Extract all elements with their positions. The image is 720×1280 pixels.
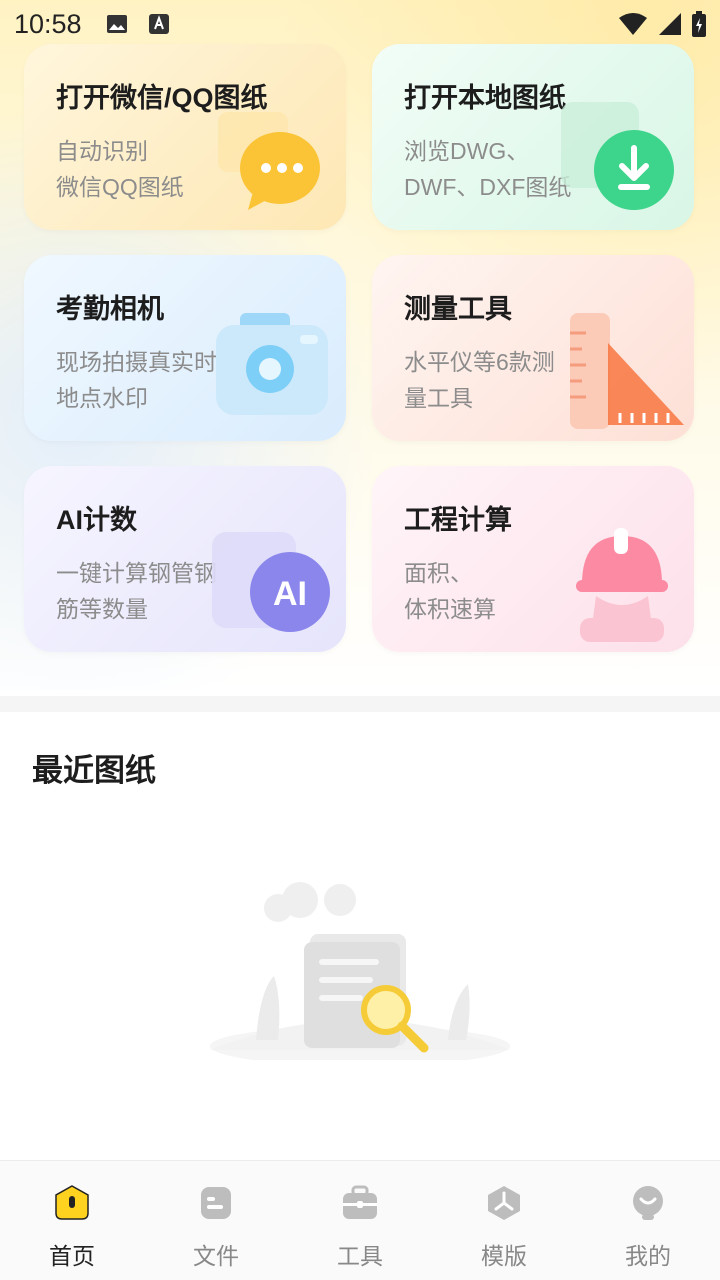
nav-label: 模版 <box>481 1243 527 1269</box>
card-attendance-camera[interactable]: 考勤相机 现场拍摄真实时间 地点水印 <box>24 255 346 441</box>
ruler-icon <box>570 313 684 429</box>
home-icon <box>55 1185 89 1220</box>
nav-tools[interactable]: 工具 <box>288 1161 432 1280</box>
card-open-local[interactable]: 打开本地图纸 浏览DWG、 DWF、DXF图纸 <box>372 44 694 230</box>
card-engineering-calc[interactable]: 工程计算 面积、 体积速算 <box>372 466 694 652</box>
font-icon <box>148 14 169 34</box>
recent-drawings-title: 最近图纸 <box>32 753 156 788</box>
gallery-icon <box>106 15 127 33</box>
nav-template[interactable]: 模版 <box>432 1161 576 1280</box>
card-ai-count[interactable]: AI计数 一键计算钢管钢 筋等数量 AI <box>24 466 346 652</box>
ai-badge: AI <box>273 575 307 613</box>
nav-profile[interactable]: 我的 <box>576 1161 720 1280</box>
file-icon <box>201 1187 231 1219</box>
nav-label: 工具 <box>337 1243 383 1269</box>
profile-icon <box>633 1186 663 1220</box>
nav-file[interactable]: 文件 <box>144 1161 288 1280</box>
nav-label: 我的 <box>625 1243 671 1269</box>
template-icon <box>488 1186 520 1220</box>
signal-icon <box>659 13 681 35</box>
toolbox-icon <box>343 1185 377 1219</box>
section-divider <box>0 696 720 712</box>
card-open-wechat-qq[interactable]: 打开微信/QQ图纸 自动识别 微信QQ图纸 <box>24 44 346 230</box>
helmet-icon <box>576 528 668 642</box>
bottom-nav: 首页 文件 工具 模版 我的 <box>0 1160 720 1280</box>
status-bar: 10:58 <box>0 0 720 48</box>
camera-icon <box>216 313 328 415</box>
nav-label: 文件 <box>193 1243 239 1269</box>
empty-state-icon <box>210 882 510 1060</box>
card-measure-tools[interactable]: 测量工具 水平仪等6款测 量工具 <box>372 255 694 441</box>
ai-icon: AI <box>212 532 330 632</box>
battery-icon <box>692 11 706 37</box>
status-time: 10:58 <box>14 8 82 39</box>
nav-label: 首页 <box>49 1243 95 1269</box>
download-icon <box>561 102 674 210</box>
wifi-icon <box>619 13 647 35</box>
chat-bubble-icon <box>218 112 320 210</box>
nav-home[interactable]: 首页 <box>0 1161 144 1280</box>
